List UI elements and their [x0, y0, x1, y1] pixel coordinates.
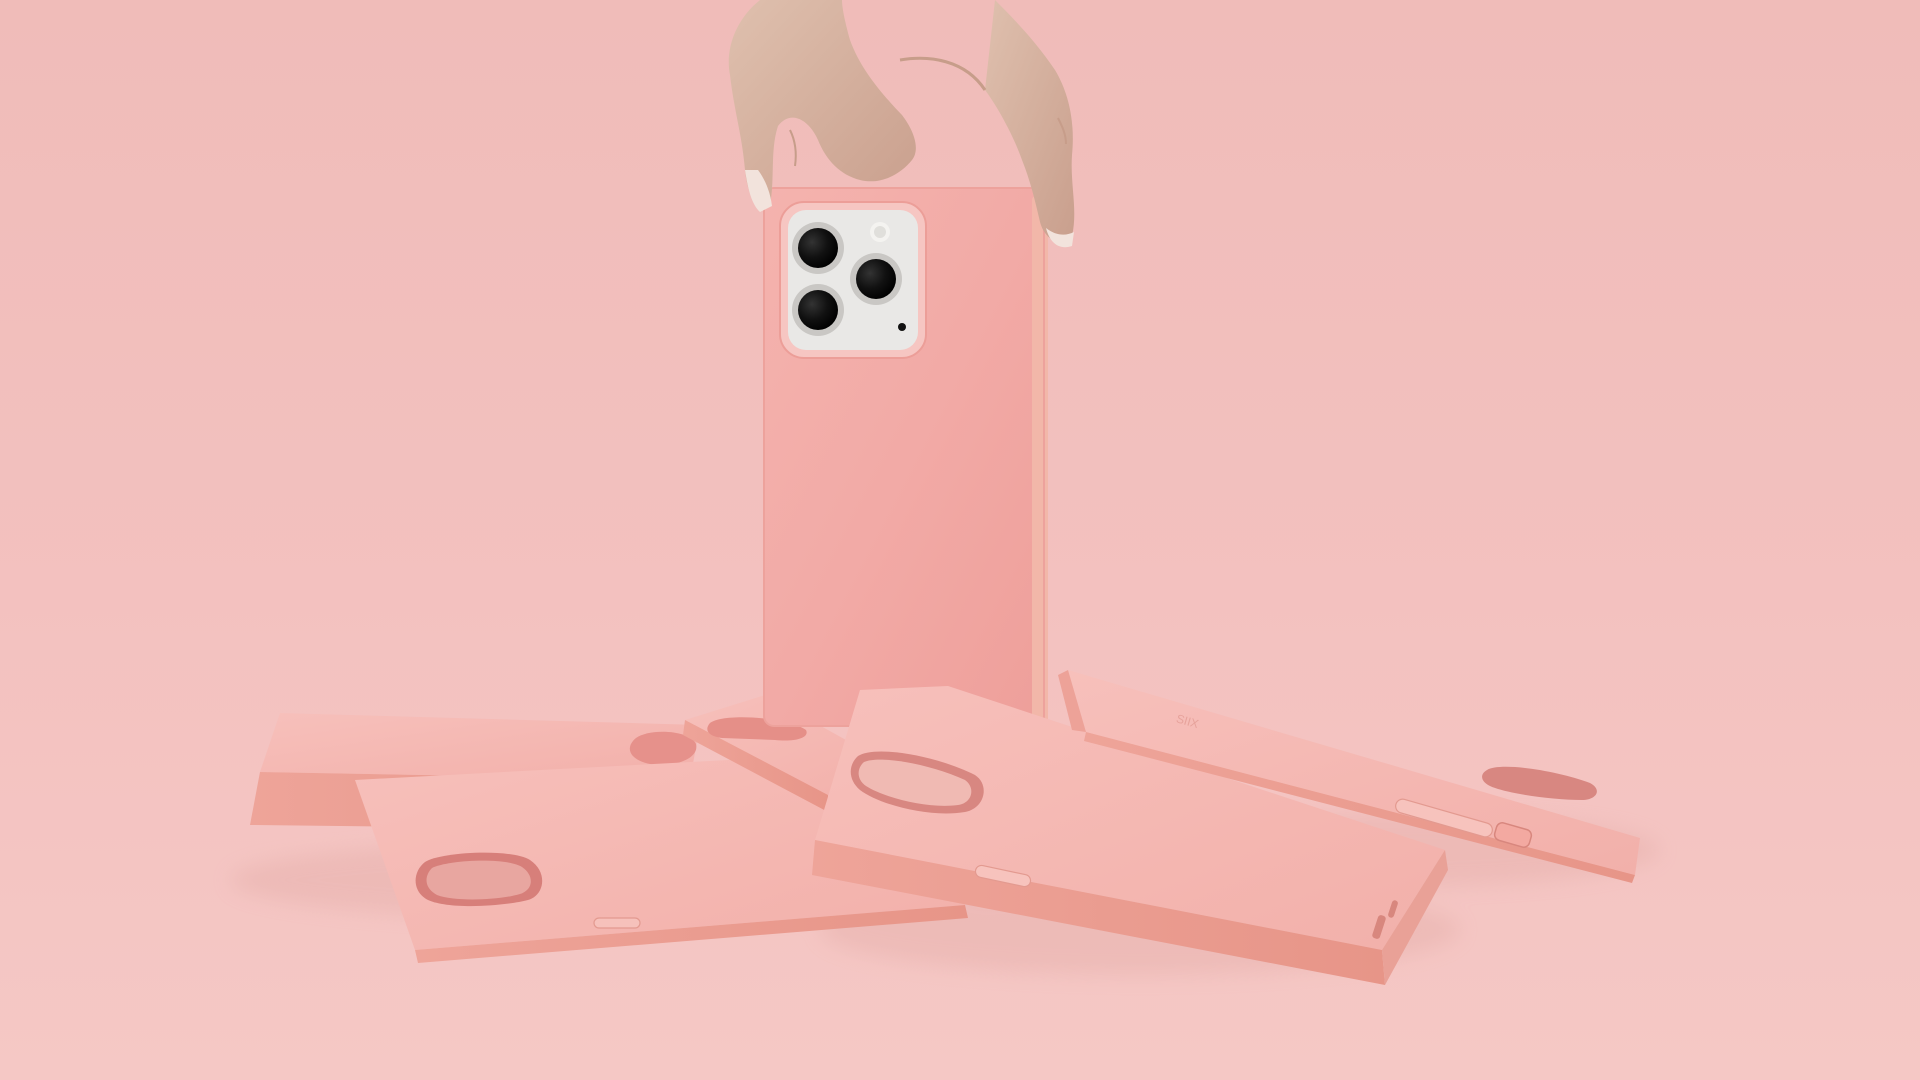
side-button-icon: [593, 917, 641, 929]
camera-cutout-icon: [415, 852, 543, 907]
standing-phone-case: [763, 187, 1048, 727]
product-photo: SIIX: [0, 0, 1920, 1080]
product-photo-scene: SIIX: [0, 0, 1920, 1080]
